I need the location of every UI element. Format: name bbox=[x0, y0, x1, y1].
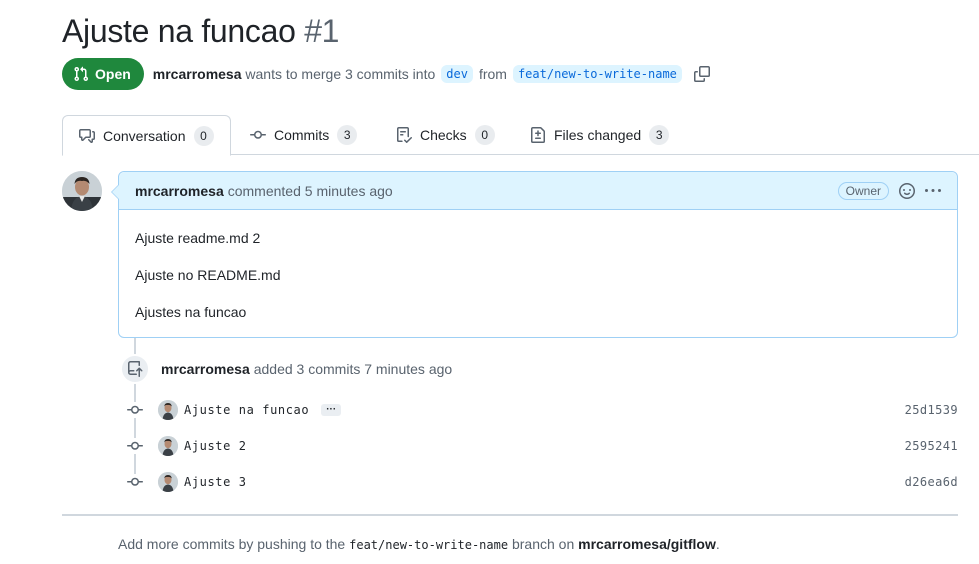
add-reaction-button[interactable] bbox=[899, 182, 915, 199]
pr-title: Ajuste na funcao bbox=[62, 13, 296, 49]
owner-badge: Owner bbox=[837, 181, 889, 200]
base-branch[interactable]: dev bbox=[441, 65, 473, 83]
git-commit-icon bbox=[126, 402, 144, 418]
commit-author-avatar[interactable] bbox=[158, 400, 178, 420]
pr-tabs: Conversation 0 Commits 3 Checks 0 Files … bbox=[62, 115, 979, 156]
comment-card: mrcarromesa commented 5 minutes ago Owne… bbox=[111, 171, 958, 338]
pr-number: #1 bbox=[304, 13, 340, 49]
tab-conversation-label: Conversation bbox=[103, 127, 186, 144]
tab-checks[interactable]: Checks 0 bbox=[396, 115, 495, 155]
push-hint-prefix: Add more commits by pushing to the bbox=[118, 536, 346, 552]
comment-body: Ajuste readme.md 2 Ajuste no README.md A… bbox=[119, 210, 957, 322]
tab-files-changed-count: 3 bbox=[649, 125, 670, 145]
push-hint-suffix: . bbox=[715, 536, 720, 552]
comment-line: Ajustes na funcao bbox=[135, 304, 247, 320]
commit-author-avatar[interactable] bbox=[158, 472, 178, 492]
commit-message-link[interactable]: Ajuste 2 bbox=[184, 439, 247, 453]
push-event-text: added 3 commits 7 minutes ago bbox=[253, 361, 453, 377]
repo-push-icon bbox=[120, 354, 150, 384]
commit-sha-link[interactable]: 25d1539 bbox=[905, 403, 958, 417]
merge-text: wants to merge 3 commits into bbox=[245, 66, 436, 82]
commit-message-link[interactable]: Ajuste na funcao bbox=[184, 403, 309, 417]
push-hint-branch: feat/new-to-write-name bbox=[349, 538, 509, 552]
push-hint-middle: branch on bbox=[511, 536, 575, 552]
expand-commit-button[interactable]: ··· bbox=[321, 404, 342, 416]
comment-timestamp[interactable]: commented 5 minutes ago bbox=[228, 183, 393, 199]
timeline-divider bbox=[62, 514, 958, 516]
comment-author-link[interactable]: mrcarromesa bbox=[135, 183, 224, 199]
copy-branch-button[interactable] bbox=[693, 66, 710, 82]
commit-row: Ajuste 2 2595241 bbox=[126, 436, 958, 456]
git-commit-icon bbox=[126, 474, 144, 490]
tab-conversation-count: 0 bbox=[193, 125, 214, 146]
tab-checks-label: Checks bbox=[420, 127, 467, 143]
tab-commits-label: Commits bbox=[274, 127, 330, 143]
comment-actions: Owner bbox=[837, 181, 941, 200]
pr-author-link[interactable]: mrcarromesa bbox=[153, 66, 242, 82]
head-branch[interactable]: feat/new-to-write-name bbox=[512, 65, 682, 83]
from-text: from bbox=[478, 66, 507, 82]
comment-line: Ajuste readme.md 2 bbox=[135, 230, 261, 246]
tab-commits[interactable]: Commits 3 bbox=[250, 115, 358, 155]
push-author-link[interactable]: mrcarromesa bbox=[161, 361, 250, 377]
push-hint: Add more commits by pushing to the feat/… bbox=[118, 534, 720, 555]
commit-sha-link[interactable]: d26ea6d bbox=[905, 475, 958, 489]
copy-icon bbox=[693, 66, 710, 82]
checklist-icon bbox=[397, 127, 412, 143]
kebab-horizontal-icon bbox=[925, 188, 941, 192]
repo-link[interactable]: mrcarromesa/gitflow bbox=[578, 536, 716, 552]
tab-files-changed[interactable]: Files changed 3 bbox=[530, 115, 670, 155]
tab-checks-count: 0 bbox=[474, 125, 495, 145]
tab-files-changed-label: Files changed bbox=[554, 127, 642, 143]
commit-message-link[interactable]: Ajuste 3 bbox=[184, 475, 247, 489]
state-badge: Open bbox=[62, 58, 144, 90]
tab-commits-count: 3 bbox=[337, 125, 358, 145]
pr-meta: Open mrcarromesa wants to merge 3 commit… bbox=[62, 58, 710, 90]
tab-conversation[interactable]: Conversation 0 bbox=[62, 115, 231, 156]
git-commit-icon bbox=[126, 438, 144, 454]
avatar-photo bbox=[62, 171, 102, 211]
state-label: Open bbox=[95, 66, 131, 82]
file-diff-icon bbox=[531, 127, 545, 143]
commit-sha-link[interactable]: 2595241 bbox=[905, 439, 958, 453]
commit-row: Ajuste na funcao ··· 25d1539 bbox=[126, 400, 958, 420]
commit-author-avatar[interactable] bbox=[158, 436, 178, 456]
comment-line: Ajuste no README.md bbox=[135, 267, 281, 283]
git-pull-request-icon bbox=[74, 66, 89, 82]
comment-options-button[interactable] bbox=[925, 183, 941, 199]
push-event: mrcarromesa added 3 commits 7 minutes ag… bbox=[118, 354, 452, 384]
git-commit-icon bbox=[250, 130, 266, 139]
comment-header: mrcarromesa commented 5 minutes ago Owne… bbox=[119, 172, 957, 210]
comment-discussion-icon bbox=[79, 128, 95, 143]
page-title: Ajuste na funcao #1 bbox=[62, 12, 339, 50]
commit-row: Ajuste 3 d26ea6d bbox=[126, 472, 958, 492]
smiley-icon bbox=[899, 182, 915, 199]
author-avatar[interactable] bbox=[62, 171, 102, 211]
